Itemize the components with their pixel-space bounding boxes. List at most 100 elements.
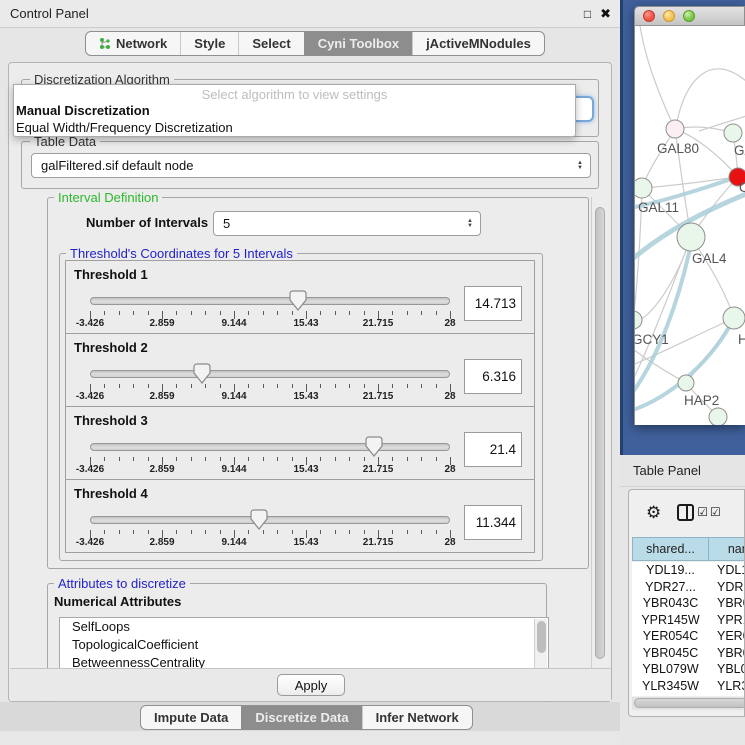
network-node-GAL80[interactable] — [666, 120, 684, 138]
panel-title: Control Panel — [10, 6, 584, 21]
tab-label: Style — [194, 36, 225, 51]
popup-option[interactable]: Manual Discretization — [14, 102, 575, 119]
tick-label: 15.43 — [293, 391, 318, 402]
table-cell: YER0 — [709, 629, 745, 643]
tab-style[interactable]: Style — [180, 32, 238, 55]
threshold-slider[interactable] — [90, 443, 450, 451]
slider-ticks — [90, 311, 450, 320]
attributes-scrollbar[interactable] — [534, 619, 547, 669]
close-traffic-light-icon[interactable] — [643, 10, 655, 22]
scrollbar-thumb[interactable] — [595, 207, 605, 659]
checkbox-icon[interactable]: ☑ — [697, 505, 707, 519]
network-canvas[interactable]: GAL80GALCGAL11GAL4GCY1HHAP2 — [634, 26, 745, 425]
tab-infer-network[interactable]: Infer Network — [362, 706, 472, 729]
tick-label: 15.43 — [293, 318, 318, 329]
table-row[interactable]: YDL19...YDL1 — [632, 562, 745, 579]
tick-label: 21.715 — [363, 318, 394, 329]
table-row[interactable]: YDR27...YDR2 — [632, 579, 745, 596]
table-row[interactable]: YPR145WYPR1 — [632, 612, 745, 629]
table-cell: YIL052C — [632, 695, 709, 696]
table-data-combobox[interactable]: galFiltered.sif default node ▲▼ — [31, 153, 591, 178]
table-row[interactable]: YLR345WYLR3 — [632, 678, 745, 695]
apply-button[interactable]: Apply — [277, 674, 345, 696]
network-node-node[interactable] — [709, 408, 727, 425]
popup-header: Select algorithm to view settings — [14, 85, 575, 102]
table-row[interactable]: YIL052CYIL0 — [632, 694, 745, 696]
threshold-slider[interactable] — [90, 370, 450, 378]
tab-label: Cyni Toolbox — [318, 36, 399, 51]
slider-thumb-icon[interactable] — [250, 509, 268, 530]
table-cell: YDR2 — [709, 580, 745, 594]
table-panel-titlebar: Table Panel — [620, 455, 745, 487]
table-hscrollbar[interactable] — [632, 697, 743, 710]
tab-select[interactable]: Select — [238, 32, 303, 55]
slider-thumb-icon[interactable] — [289, 290, 307, 311]
tab-cyni-toolbox[interactable]: Cyni Toolbox — [304, 32, 412, 55]
slider-thumb-icon[interactable] — [365, 436, 383, 457]
table-cell: YLR345W — [632, 679, 709, 693]
network-node-label: GAL4 — [692, 251, 727, 266]
network-node-label: GAL — [734, 143, 745, 158]
number-of-intervals-combobox[interactable]: 5 ▲▼ — [213, 211, 481, 236]
attribute-list-item[interactable]: BetweennessCentrality — [60, 654, 548, 669]
tab-label: Discretize Data — [255, 710, 348, 725]
combo-stepper-icon[interactable]: ▲▼ — [577, 161, 583, 171]
tab-jactivemnodules[interactable]: jActiveMNodules — [412, 32, 544, 55]
threshold-value-field[interactable]: 6.316 — [464, 359, 522, 394]
page: Control Panel □ ✖ Network Style Select C… — [0, 0, 745, 745]
zoom-traffic-light-icon[interactable] — [683, 10, 695, 22]
table-cell: YER054C — [632, 629, 709, 643]
tab-discretize-data[interactable]: Discretize Data — [241, 706, 361, 729]
network-edge — [677, 69, 745, 122]
tick-label: 9.144 — [221, 318, 246, 329]
network-node-GAL4[interactable] — [677, 223, 705, 251]
table-row[interactable]: YBL079WYBL0 — [632, 661, 745, 678]
tab-label: Select — [252, 36, 290, 51]
table-body: YDL19...YDL1YDR27...YDR2YBR043CYBR0YPR14… — [632, 562, 745, 696]
network-node-G[interactable] — [724, 124, 742, 142]
tick-label: 21.715 — [363, 391, 394, 402]
attribute-list-item[interactable]: SelfLoops — [60, 618, 548, 636]
float-window-icon[interactable]: □ — [584, 7, 591, 21]
numerical-attributes-label: Numerical Attributes — [54, 594, 181, 609]
table-row[interactable]: YER054CYER0 — [632, 628, 745, 645]
minimize-traffic-light-icon[interactable] — [663, 10, 675, 22]
settings-scrollbar[interactable] — [591, 197, 608, 669]
algorithm-dropdown-popup: Select algorithm to view settings Manual… — [13, 84, 576, 137]
split-view-icon[interactable] — [677, 504, 694, 521]
threshold-slider[interactable] — [90, 297, 450, 305]
tab-network[interactable]: Network — [86, 32, 180, 55]
gear-icon[interactable]: ⚙ — [646, 504, 661, 521]
column-header-name[interactable]: name — [709, 537, 745, 561]
tick-label: 2.859 — [149, 464, 174, 475]
hscrollbar-thumb[interactable] — [634, 698, 745, 708]
tab-impute-data[interactable]: Impute Data — [141, 706, 241, 729]
numerical-attributes-list[interactable]: SelfLoopsTopologicalCoefficientBetweenne… — [59, 617, 549, 669]
network-node-GCY1[interactable] — [635, 311, 642, 329]
tick-label: 28 — [444, 537, 455, 548]
threshold-label: Threshold 2 — [74, 340, 148, 355]
table-row[interactable]: YBR045CYBR0 — [632, 645, 745, 662]
close-icon[interactable]: ✖ — [600, 6, 611, 22]
tick-label: 9.144 — [221, 391, 246, 402]
table-row[interactable]: YBR043CYBR0 — [632, 595, 745, 612]
column-header-shared-name[interactable]: shared... — [632, 537, 709, 561]
popup-option[interactable]: Equal Width/Frequency Discretization — [14, 119, 575, 136]
attribute-list-item[interactable]: TopologicalCoefficient — [60, 636, 548, 654]
checkbox-icon[interactable]: ☑ — [710, 505, 720, 519]
table-cell: YBR0 — [709, 646, 745, 660]
threshold-value-field[interactable]: 14.713 — [464, 286, 522, 321]
threshold-value-field[interactable]: 11.344 — [464, 505, 522, 540]
threshold-value-field[interactable]: 21.4 — [464, 432, 522, 467]
network-node-HAP2[interactable] — [678, 375, 694, 391]
network-node-H[interactable] — [723, 307, 745, 329]
cyni-toolbox-panel: Discretization Algorithm Attributes to d… — [8, 62, 612, 702]
threshold-slider[interactable] — [90, 516, 450, 524]
popup-option-list: Manual DiscretizationEqual Width/Frequen… — [14, 102, 575, 136]
threshold-label: Threshold 4 — [74, 486, 148, 501]
network-node-label: GCY1 — [635, 332, 669, 347]
network-node-GAL11[interactable] — [635, 178, 652, 198]
combo-stepper-icon[interactable]: ▲▼ — [467, 219, 473, 229]
table-data-value: galFiltered.sif default node — [32, 158, 577, 173]
slider-thumb-icon[interactable] — [193, 363, 211, 384]
